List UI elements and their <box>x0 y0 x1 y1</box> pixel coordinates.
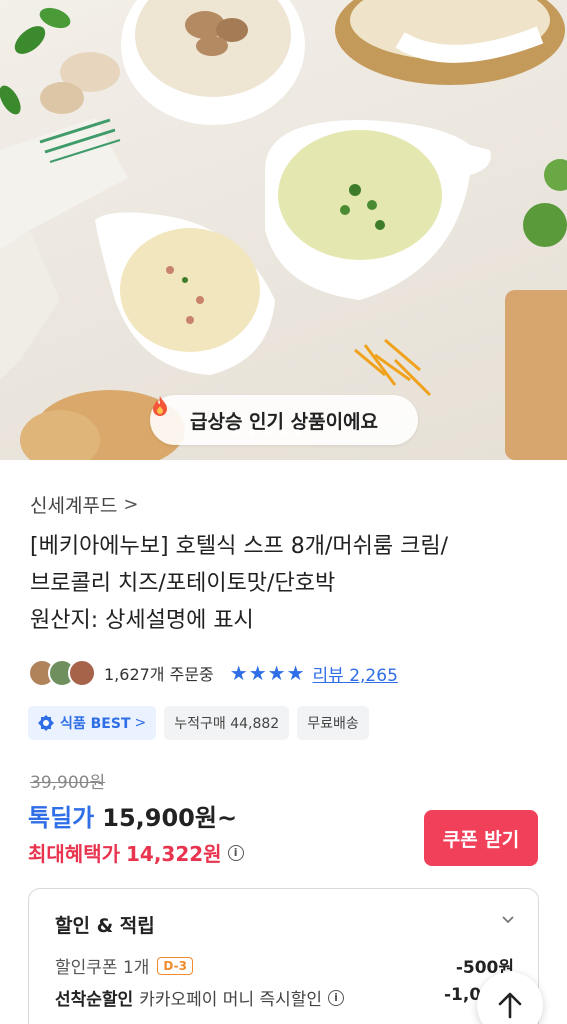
discount-panel-heading: 할인 & 적립 <box>55 915 155 937</box>
max-benefit-row: 최대혜택가 14,322원 i <box>28 838 244 867</box>
get-coupon-button[interactable]: 쿠폰 받기 <box>424 810 538 866</box>
carousel-indicator <box>234 429 301 436</box>
soup-photo-illustration <box>0 0 567 460</box>
deal-price: 15,900원~ <box>102 804 238 832</box>
best-category-tag[interactable]: 식품 BEST > <box>28 706 157 740</box>
deal-price-row: 톡딜가 15,900원~ <box>28 798 237 833</box>
info-icon[interactable]: i <box>227 844 244 861</box>
coupon-discount-row: 할인쿠폰 1개 D-3 <box>55 953 193 978</box>
trending-badge: 급상승 인기 상품이에요 <box>150 395 418 445</box>
max-benefit-price: 14,322원 <box>126 842 222 866</box>
carousel-dot[interactable] <box>279 429 286 436</box>
brand-link[interactable]: 신세계푸드 > <box>30 491 139 518</box>
origin-line: 원산지: 상세설명에 표시 <box>30 608 254 633</box>
badge-icon <box>38 715 54 731</box>
chevron-right-icon: > <box>134 715 147 731</box>
product-title: [베키아에누보] 호텔식 스프 8개/머쉬룸 크림/ 브로콜리 치즈/포테이토맛… <box>30 528 550 639</box>
deal-label: 톡딜가 <box>28 804 95 832</box>
chevron-right-icon: > <box>123 494 139 515</box>
chevron-down-icon[interactable] <box>500 911 516 927</box>
best-category-label: 식품 BEST <box>60 716 131 732</box>
avatar <box>68 659 96 687</box>
original-price: 39,900원 <box>30 773 106 793</box>
fire-icon <box>153 396 167 416</box>
star-icon: ★ <box>248 661 267 685</box>
product-title-line: 브로콜리 치즈/포테이토맛/단호박 <box>30 571 336 596</box>
review-count-link[interactable]: 리뷰 2,265 <box>313 661 398 686</box>
product-hero-image[interactable]: 급상승 인기 상품이에요 <box>0 0 567 460</box>
rating-stars: ★ ★ ★ ★ <box>230 661 305 685</box>
star-icon: ★ <box>229 661 248 685</box>
kakaopay-discount-label: 카카오페이 머니 즉시할인 <box>139 990 323 1010</box>
product-title-line: [베키아에누보] 호텔식 스프 8개/머쉬룸 크림/ <box>30 534 449 559</box>
carousel-dot-active[interactable] <box>249 429 256 436</box>
carousel-dot[interactable] <box>264 429 271 436</box>
star-icon: ★ <box>267 661 286 685</box>
product-tags: 식품 BEST > 누적구매 44,882 무료배송 <box>28 706 369 740</box>
free-shipping-tag: 무료배송 <box>297 706 369 740</box>
cumulative-purchase-tag: 누적구매 44,882 <box>164 706 290 740</box>
max-benefit-label: 최대혜택가 <box>28 842 120 866</box>
order-count: 1,627개 주문중 <box>104 665 214 684</box>
buyer-avatars <box>28 659 96 687</box>
brand-name: 신세계푸드 <box>30 495 118 517</box>
first-come-label: 선착순할인 <box>55 990 134 1010</box>
discount-accumulation-panel[interactable]: 할인 & 적립 할인쿠폰 1개 D-3 -500원 선착순할인 카카오페이 머니… <box>28 888 539 1024</box>
coupon-discount-label: 할인쿠폰 1개 <box>55 958 150 978</box>
carousel-dot[interactable] <box>294 429 301 436</box>
arrow-up-icon <box>498 992 522 1019</box>
info-icon[interactable]: i <box>328 989 345 1006</box>
social-proof-row: 1,627개 주문중 ★ ★ ★ ★ 리뷰 2,265 <box>28 657 398 689</box>
dday-badge: D-3 <box>157 956 193 975</box>
star-icon: ★ <box>286 661 305 685</box>
first-come-discount-row: 선착순할인 카카오페이 머니 즉시할인 i <box>55 985 345 1010</box>
carousel-dot[interactable] <box>234 429 241 436</box>
